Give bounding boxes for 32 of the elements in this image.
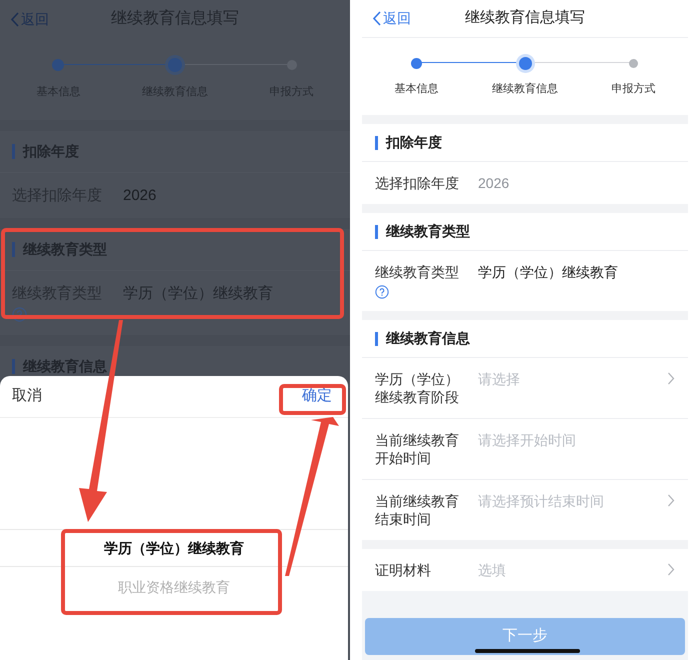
select-field[interactable]: 请选择开始时间: [478, 431, 675, 449]
field-value: 学历（学位）继续教育: [478, 263, 619, 281]
page-title: 继续教育信息填写: [465, 8, 585, 28]
step-label: 申报方式: [612, 82, 656, 96]
step-label: 基本信息: [394, 82, 438, 96]
section-accent-bar: [12, 242, 15, 257]
field-label: 继续教育类型: [375, 263, 460, 281]
section-accent-bar: [375, 136, 378, 150]
field-label: 证明材料: [375, 561, 432, 579]
section-accent-bar: [375, 224, 378, 238]
field-label: 选择扣除年度: [375, 174, 460, 192]
select-field[interactable]: 请选择: [478, 370, 667, 388]
select-field[interactable]: 请选择预计结束时间: [478, 492, 667, 510]
back-icon: [10, 12, 19, 26]
field-label: 学历（学位）继续教育阶段: [375, 370, 460, 406]
field-value: 2026: [478, 174, 510, 192]
highlight-frame: [279, 384, 346, 415]
field-label: 当前继续教育开始时间: [375, 431, 460, 467]
section-title: 继续教育信息: [386, 329, 470, 348]
cancel-button[interactable]: 取消: [12, 385, 42, 408]
back-button[interactable]: 返回: [372, 8, 411, 28]
section-accent-bar: [375, 332, 378, 346]
section-title: 继续教育类型: [386, 222, 470, 241]
section-title: 扣除年度: [386, 133, 442, 152]
select-field[interactable]: 选填: [478, 561, 667, 579]
section-accent-bar: [12, 144, 15, 159]
section-accent-bar: [12, 359, 15, 374]
confirm-button[interactable]: 确定: [302, 385, 336, 408]
back-icon: [372, 10, 381, 26]
picker-option[interactable]: 职业资格继续教育: [0, 567, 348, 607]
field-label: 当前继续教育结束时间: [375, 492, 460, 528]
step-label: 继续教育信息: [492, 82, 558, 96]
